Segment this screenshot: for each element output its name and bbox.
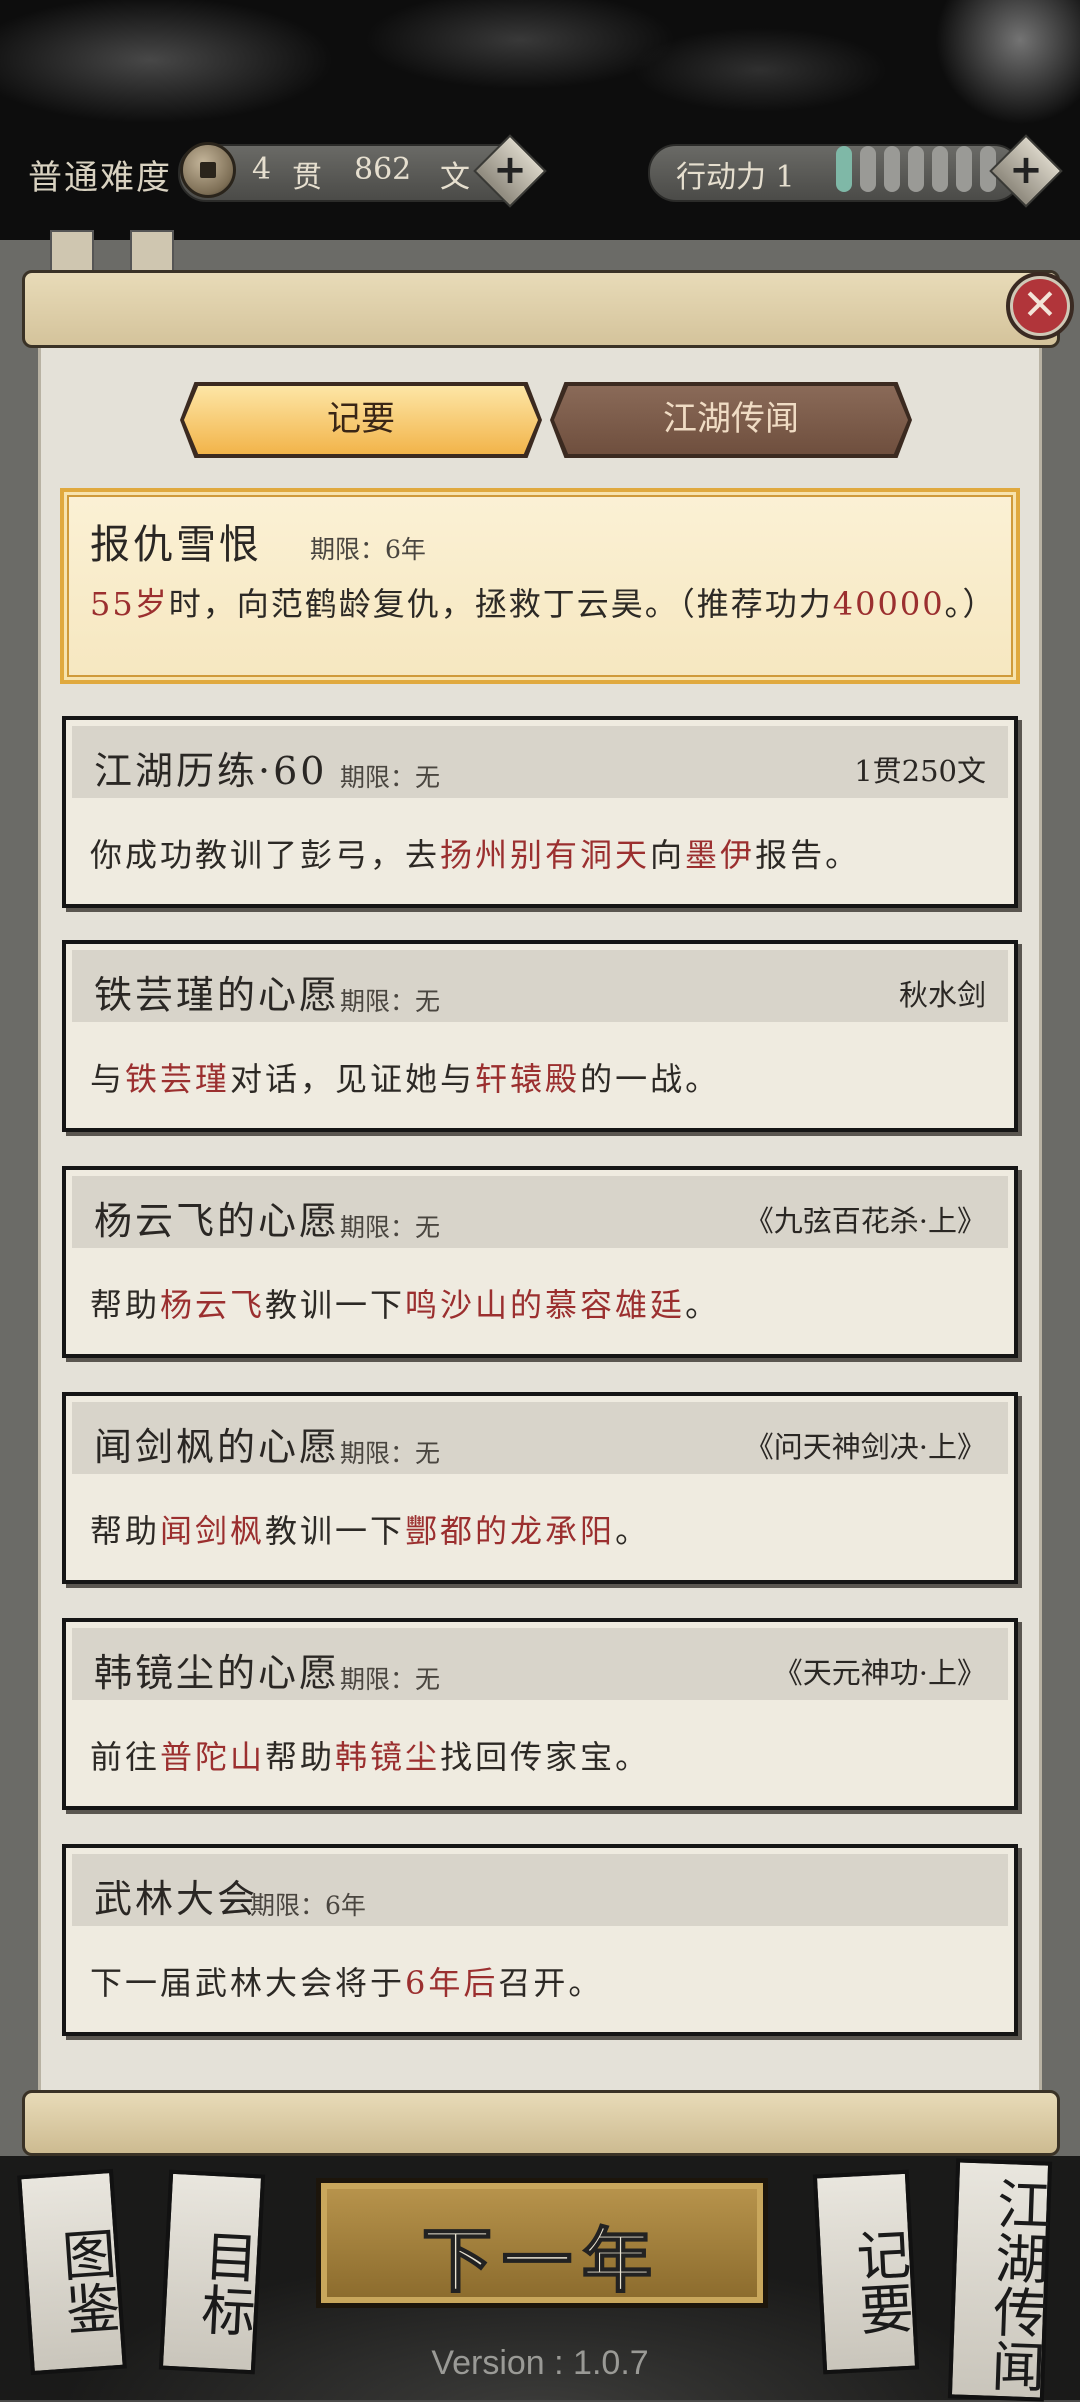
- next-year-button[interactable]: 下一年: [316, 2178, 768, 2308]
- next-year-label: 下一年: [421, 2218, 662, 2303]
- scroll-bottom-roller: [22, 2090, 1060, 2156]
- quest-text: 你成功教训了彭弓，去: [90, 836, 441, 874]
- quest-text: 时，向范鹤龄复仇，拯救丁云昊。（推荐功力: [168, 585, 833, 623]
- quest-card-header: 武林大会 期限：6年: [72, 1854, 1008, 1926]
- money-wen-unit: 文: [440, 160, 470, 195]
- quest-text: 与: [90, 1060, 126, 1098]
- quest-text: 。: [685, 1286, 721, 1324]
- quest-text: 向: [650, 836, 686, 874]
- close-icon: ✕: [1013, 279, 1067, 333]
- quest-card-header: 杨云飞的心愿 期限：无 《九弦百花杀·上》: [72, 1176, 1008, 1248]
- ink-sky-background: [0, 0, 1080, 240]
- main-quest-card[interactable]: 报仇雪恨 期限：6年 55岁时，向范鹤龄复仇，拯救丁云昊。（推荐功力40000。…: [60, 488, 1020, 684]
- stamina-segment: [956, 146, 972, 192]
- quest-card[interactable]: 杨云飞的心愿 期限：无 《九弦百花杀·上》帮助杨云飞教训一下鸣沙山的慕容雄廷。: [62, 1166, 1018, 1358]
- quest-text: 报告。: [755, 836, 861, 874]
- stamina-segment: [860, 146, 876, 192]
- difficulty-label: 普通难度: [28, 158, 172, 198]
- quest-reward: 《九弦百花杀·上》: [744, 1204, 986, 1238]
- quest-title: 韩镜尘的心愿: [94, 1651, 341, 1695]
- quest-text: 教训一下: [265, 1286, 406, 1324]
- highlight-text: 普陀山: [160, 1738, 266, 1776]
- stamina-segment: [836, 146, 852, 192]
- quest-title: 闻剑枫的心愿: [94, 1425, 341, 1469]
- stamina-segment: [932, 146, 948, 192]
- quest-title: 江湖历练·60: [94, 749, 328, 793]
- quest-text: 教训一下: [265, 1512, 406, 1550]
- highlight-text: 铁芸瑾: [125, 1060, 231, 1098]
- quest-description: 与铁芸瑾对话，见证她与轩辕殿的一战。: [90, 1054, 720, 1100]
- quest-description: 前往普陀山帮助韩镜尘找回传家宝。: [90, 1732, 650, 1778]
- quest-card[interactable]: 江湖历练·60 期限：无 1贯250文你成功教训了彭弓，去扬州别有洞天向墨伊报告。: [62, 716, 1018, 908]
- quest-deadline: 期限：无: [340, 1665, 441, 1694]
- quest-description: 55岁时，向范鹤龄复仇，拯救丁云昊。（推荐功力40000。）: [90, 580, 1010, 628]
- quest-deadline: 期限：无: [340, 987, 441, 1016]
- quest-reward: 1贯250文: [854, 754, 986, 788]
- quest-description: 下一届武林大会将于6年后召开。: [90, 1958, 603, 2004]
- quest-text: 。）: [944, 585, 997, 623]
- plus-icon: +: [493, 147, 527, 193]
- highlight-text: 轩辕殿: [475, 1060, 581, 1098]
- quest-reward: 《问天神剑决·上》: [744, 1430, 986, 1464]
- quest-description: 帮助杨云飞教训一下鸣沙山的慕容雄廷。: [90, 1280, 720, 1326]
- quest-title: 报仇雪恨: [90, 522, 262, 568]
- quest-deadline: 期限：6年: [250, 1891, 366, 1920]
- quest-card[interactable]: 武林大会 期限：6年下一届武林大会将于6年后召开。: [62, 1844, 1018, 2036]
- quest-text: 找回传家宝。: [440, 1738, 651, 1776]
- quest-reward: 秋水剑: [898, 978, 986, 1012]
- scroll-top-roller: [22, 270, 1060, 348]
- tab-rumors[interactable]: 江湖传闻: [554, 386, 908, 454]
- quest-deadline: 期限：6年: [310, 535, 426, 564]
- highlight-text: 墨伊: [685, 836, 756, 874]
- highlight-text: 6年后: [405, 1964, 499, 2002]
- quest-title: 杨云飞的心愿: [94, 1199, 341, 1243]
- quest-text: 帮助: [265, 1738, 336, 1776]
- highlight-text: 40000: [832, 585, 945, 623]
- quest-deadline: 期限：无: [340, 1213, 441, 1242]
- quest-reward: 《天元神功·上》: [773, 1656, 986, 1690]
- highlight-text: 闻剑枫: [160, 1512, 266, 1550]
- quest-card-header: 韩镜尘的心愿 期限：无 《天元神功·上》: [72, 1628, 1008, 1700]
- money-guan-value: 4: [252, 152, 272, 187]
- highlight-text: 扬州别有洞天: [440, 836, 651, 874]
- quest-text: 。: [615, 1512, 651, 1550]
- stamina-segment: [908, 146, 924, 192]
- quest-deadline: 期限：无: [340, 1439, 441, 1468]
- quest-card[interactable]: 铁芸瑾的心愿 期限：无 秋水剑与铁芸瑾对话，见证她与轩辕殿的一战。: [62, 940, 1018, 1132]
- close-button[interactable]: ✕: [1006, 272, 1074, 340]
- quest-description: 你成功教训了彭弓，去扬州别有洞天向墨伊报告。: [90, 830, 860, 876]
- quest-text: 帮助: [90, 1286, 161, 1324]
- status-bar: 普通难度 4 贯 862 文 + 行动力 1 +: [0, 134, 1080, 208]
- quest-text: 对话，见证她与: [230, 1060, 476, 1098]
- quest-card-header: 铁芸瑾的心愿 期限：无 秋水剑: [72, 950, 1008, 1022]
- quest-title: 武林大会: [94, 1877, 259, 1921]
- quest-card-header: 江湖历练·60 期限：无 1贯250文: [72, 726, 1008, 798]
- money-guan-unit: 贯: [292, 160, 322, 195]
- money-wen-value: 862: [354, 152, 412, 187]
- quest-title: 铁芸瑾的心愿: [94, 973, 341, 1017]
- highlight-text: 杨云飞: [160, 1286, 266, 1324]
- quest-text: 的一战。: [580, 1060, 721, 1098]
- quest-text: 前往: [90, 1738, 161, 1776]
- quest-card[interactable]: 闻剑枫的心愿 期限：无 《问天神剑决·上》帮助闻剑枫教训一下酆都的龙承阳。: [62, 1392, 1018, 1584]
- stamina-segment: [884, 146, 900, 192]
- plus-icon: +: [1009, 147, 1043, 193]
- version-label: Version : 1.0.7: [431, 2344, 649, 2382]
- quest-description: 帮助闻剑枫教训一下酆都的龙承阳。: [90, 1506, 650, 1552]
- highlight-text: 酆都的龙承阳: [405, 1512, 616, 1550]
- highlight-text: 55岁: [90, 585, 169, 623]
- quest-card-header: 闻剑枫的心愿 期限：无 《问天神剑决·上》: [72, 1402, 1008, 1474]
- coin-icon: [180, 142, 236, 198]
- quest-card[interactable]: 韩镜尘的心愿 期限：无 《天元神功·上》前往普陀山帮助韩镜尘找回传家宝。: [62, 1618, 1018, 1810]
- highlight-text: 韩镜尘: [335, 1738, 441, 1776]
- stamina-label: 行动力 1: [676, 160, 795, 195]
- quest-text: 下一届武林大会将于: [90, 1964, 406, 2002]
- highlight-text: 鸣沙山的慕容雄廷: [405, 1286, 686, 1324]
- tab-notes[interactable]: 记要: [184, 386, 538, 454]
- quest-text: 帮助: [90, 1512, 161, 1550]
- quest-deadline: 期限：无: [340, 763, 441, 792]
- quest-text: 召开。: [498, 1964, 604, 2002]
